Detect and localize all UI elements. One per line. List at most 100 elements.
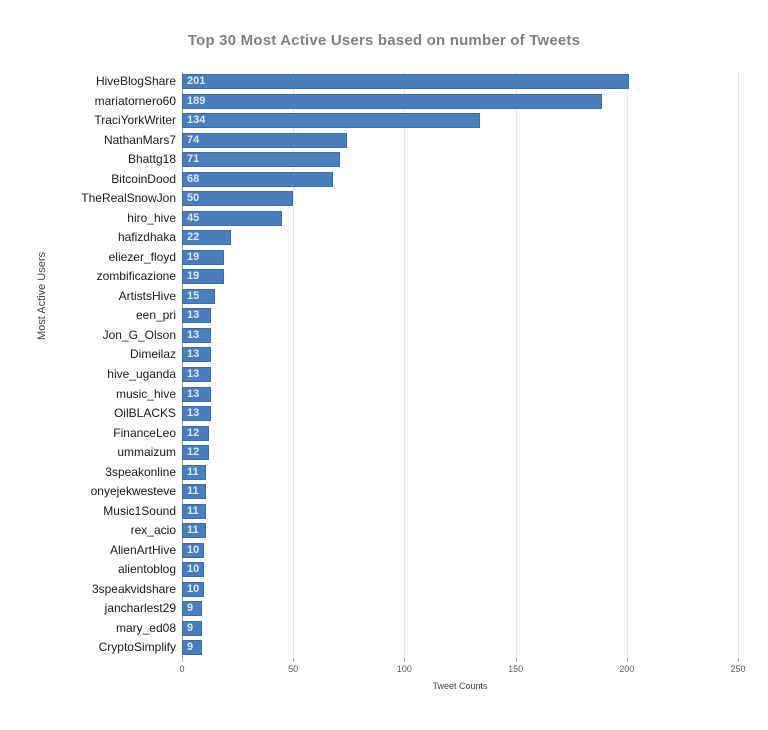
bar-value-label: 19: [187, 250, 200, 263]
bar-row: rex_acio 11: [131, 521, 738, 541]
bar-row: TraciYorkWriter 134: [94, 111, 738, 131]
category-label: music_hive: [115, 386, 176, 401]
plot-area: HiveBlogShare 201 mariatornero60 189 TraciYo…: [81, 72, 739, 658]
bar-row: music_hive 13: [116, 385, 738, 405]
bar-row: hive_uganda 13: [107, 365, 738, 385]
x-tick-label: 50: [288, 664, 299, 674]
chart-title: Top 30 Most Active Users based on number…: [187, 32, 581, 49]
bar-row: mariatornero60 189: [95, 92, 738, 112]
x-tick-label: 150: [508, 664, 524, 674]
x-tick-label: 0: [179, 664, 185, 674]
bar-row: ArtistsHive 15: [119, 287, 738, 307]
bar-row: Dimeilaz 13: [130, 345, 738, 365]
category-label: ArtistsHive: [118, 288, 176, 303]
category-label: zombificazione: [96, 269, 176, 284]
x-tick: [293, 658, 295, 662]
category-label: NathanMars7: [103, 132, 176, 147]
x-axis-title: Tweet Counts: [432, 681, 488, 691]
bar-row: Jon_G_Olson 13: [103, 326, 738, 346]
bar-row: eliezer_floyd 19: [109, 248, 738, 268]
x-tick: [626, 658, 628, 662]
bar-row: zombificazione 19: [97, 267, 738, 287]
bar-value-label: 13: [187, 348, 200, 361]
bar-row: 3speakonline 11: [105, 463, 738, 483]
category-label: Bhattg18: [127, 152, 176, 167]
bar-value-label: 13: [187, 309, 200, 322]
bar-value-label: 9: [187, 602, 194, 615]
bar-value-label: 50: [187, 192, 200, 205]
category-label: 3speakvidshare: [91, 581, 176, 596]
bar-value-label: 201: [187, 75, 206, 87]
bar-value-label: 9: [187, 621, 194, 634]
category-label: AlienArtHive: [109, 542, 176, 557]
category-label: CryptoSimplify: [98, 640, 176, 655]
bar-row: hafizdhaka 22: [118, 228, 738, 248]
bar: [182, 152, 340, 168]
category-label: een_pri: [135, 308, 176, 323]
bar-value-label: 11: [187, 524, 199, 537]
bar-row: jancharlest29 9: [105, 599, 738, 619]
bar: [182, 132, 347, 148]
bar-row: Bhattg18 71: [128, 150, 738, 170]
bar-row: Music1Sound 11: [103, 502, 738, 522]
bar: [182, 74, 630, 89]
bar-row: HiveBlogShare 201: [96, 72, 738, 92]
category-label: BitcoinDood: [111, 171, 176, 186]
bar: [182, 93, 603, 109]
bar-value-label: 71: [187, 153, 200, 166]
bar-rows: HiveBlogShare 201 mariatornero60 189 TraciYo…: [81, 72, 738, 658]
bar-value-label: 11: [187, 504, 199, 517]
bar-value-label: 10: [187, 563, 200, 576]
category-label: Music1Sound: [103, 503, 176, 518]
bar-row: een_pri 13: [136, 306, 738, 326]
bar-value-label: 12: [187, 446, 200, 459]
bar-row: alientoblog 10: [118, 560, 738, 580]
x-tick-label: 100: [396, 664, 412, 674]
category-label: TraciYorkWriter: [94, 113, 176, 128]
category-label: 3speakonline: [105, 464, 176, 479]
gridline: [738, 72, 739, 658]
bar-value-label: 134: [187, 114, 206, 127]
bar-row: OilBLACKS 13: [114, 404, 738, 424]
category-label: FinanceLeo: [113, 425, 176, 440]
bar-row: BitcoinDood 68: [111, 170, 738, 190]
bar-row: onyejekwesteve 11: [91, 482, 738, 502]
bar-row: mary_ed08 9: [116, 619, 738, 639]
bar-row: FinanceLeo 12: [113, 424, 738, 444]
bar-value-label: 45: [187, 211, 200, 224]
bar-value-label: 22: [187, 231, 200, 244]
category-label: hafizdhaka: [117, 230, 176, 245]
bar-value-label: 11: [187, 485, 199, 498]
bar-value-label: 13: [187, 407, 200, 420]
bar-value-label: 189: [187, 94, 206, 107]
bar-value-label: 13: [187, 387, 200, 400]
x-tick-label: 250: [730, 664, 746, 674]
bar: [182, 171, 334, 187]
category-label: ummaizum: [117, 445, 176, 460]
category-label: alientoblog: [117, 562, 176, 577]
bar-value-label: 9: [187, 641, 194, 654]
bar-value-label: 10: [187, 543, 200, 556]
category-label: TheRealSnowJon: [81, 191, 176, 206]
bar-row: TheRealSnowJon 50: [81, 189, 738, 209]
x-tick: [404, 658, 406, 662]
category-label: rex_acio: [130, 523, 176, 538]
x-tick: [182, 658, 183, 662]
x-tick: [515, 658, 517, 662]
bar-value-label: 74: [187, 133, 200, 146]
bar-value-label: 11: [187, 465, 199, 478]
category-label: onyejekwesteve: [90, 484, 176, 499]
bar-row: hiro_hive 45: [127, 209, 738, 229]
bar-row: 3speakvidshare 10: [92, 580, 738, 600]
bar-row: AlienArtHive 10: [110, 541, 738, 561]
category-label: mary_ed08: [115, 620, 176, 635]
category-label: jancharlest29: [104, 601, 176, 616]
bar-value-label: 15: [187, 289, 200, 302]
bar-row: NathanMars7 74: [104, 131, 738, 151]
bar-value-label: 68: [187, 172, 200, 185]
bar-value-label: 10: [187, 582, 200, 595]
category-label: HiveBlogShare: [95, 74, 176, 88]
category-label: OilBLACKS: [113, 406, 176, 421]
category-label: mariatornero60: [94, 93, 176, 108]
bar: [182, 113, 481, 129]
